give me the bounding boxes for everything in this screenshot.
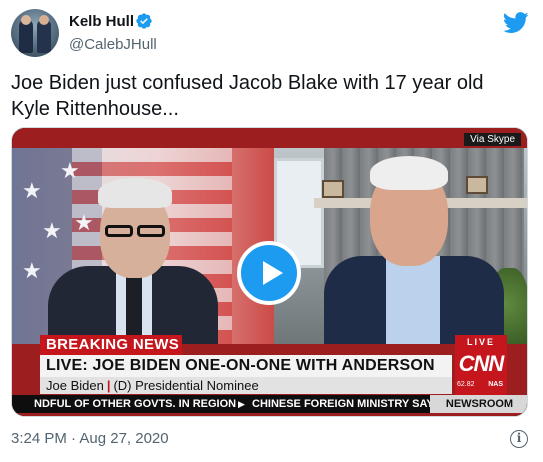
studio-panel: ★ ★ ★ ★ ★ ★ (12, 148, 274, 344)
avatar-head-right (39, 15, 49, 25)
ticker-left-text: NDFUL OF OTHER GOVTS. IN REGION (34, 398, 237, 410)
market-value: 62.82 (457, 381, 475, 388)
chyron-subtitle: Joe Biden | (D) Presidential Nominee (40, 377, 452, 394)
anchor-hair (98, 178, 172, 208)
video-frame: ★ ★ ★ ★ ★ ★ (12, 128, 527, 416)
subtitle-role: (D) Presidential Nominee (113, 378, 259, 393)
star-icon: ★ (74, 210, 94, 235)
star-icon: ★ (22, 258, 42, 283)
via-skype-label: Via Skype (464, 133, 521, 146)
tweet-card: Kelb Hull @CalebJHull Joe Biden just con… (0, 0, 543, 462)
avatar-head-left (21, 15, 31, 25)
play-triangle (263, 261, 283, 285)
photo-frame (322, 180, 344, 198)
info-icon[interactable]: i (510, 430, 528, 448)
subtitle-name: Joe Biden (46, 378, 104, 393)
tweet-timestamp[interactable]: 3:24 PM · Aug 27, 2020 (11, 430, 169, 447)
play-icon[interactable] (237, 241, 301, 305)
newsroom-label: NEWSROOM (430, 395, 527, 413)
network-bug: LIVE CNN 62.82 NAS (455, 335, 507, 395)
remote-panel (274, 148, 527, 344)
video-player[interactable]: ★ ★ ★ ★ ★ ★ (11, 127, 528, 417)
author-name[interactable]: Kelb Hull (69, 13, 134, 30)
guest-hair (370, 156, 448, 190)
tweet-text: Joe Biden just confused Jacob Blake with… (11, 72, 484, 120)
verified-badge-icon (136, 13, 152, 29)
anchor-tie (126, 274, 142, 344)
ticker-arrow-icon: ▶ (238, 399, 245, 409)
guest-shirt (386, 256, 440, 344)
photo-frame (466, 176, 488, 194)
star-icon: ★ (22, 178, 42, 203)
chyron-headline: LIVE: JOE BIDEN ONE-ON-ONE WITH ANDERSON (40, 355, 452, 377)
author-avatar[interactable] (11, 9, 59, 57)
author-handle[interactable]: @CalebJHull (69, 36, 157, 53)
network-live-label: LIVE (466, 337, 495, 347)
star-icon: ★ (60, 158, 80, 183)
cnn-logo: CNN (458, 351, 505, 376)
anchor-glasses-right (137, 225, 165, 237)
star-icon: ★ (42, 218, 62, 243)
breaking-news-label: BREAKING NEWS (40, 335, 182, 355)
subtitle-separator: | (106, 378, 111, 393)
twitter-bird-icon[interactable] (503, 12, 529, 34)
market-label: NAS (488, 381, 503, 388)
anchor-glasses-left (105, 225, 133, 237)
ticker-right-text: CHINESE FOREIGN MINISTRY SAYS (252, 398, 442, 410)
